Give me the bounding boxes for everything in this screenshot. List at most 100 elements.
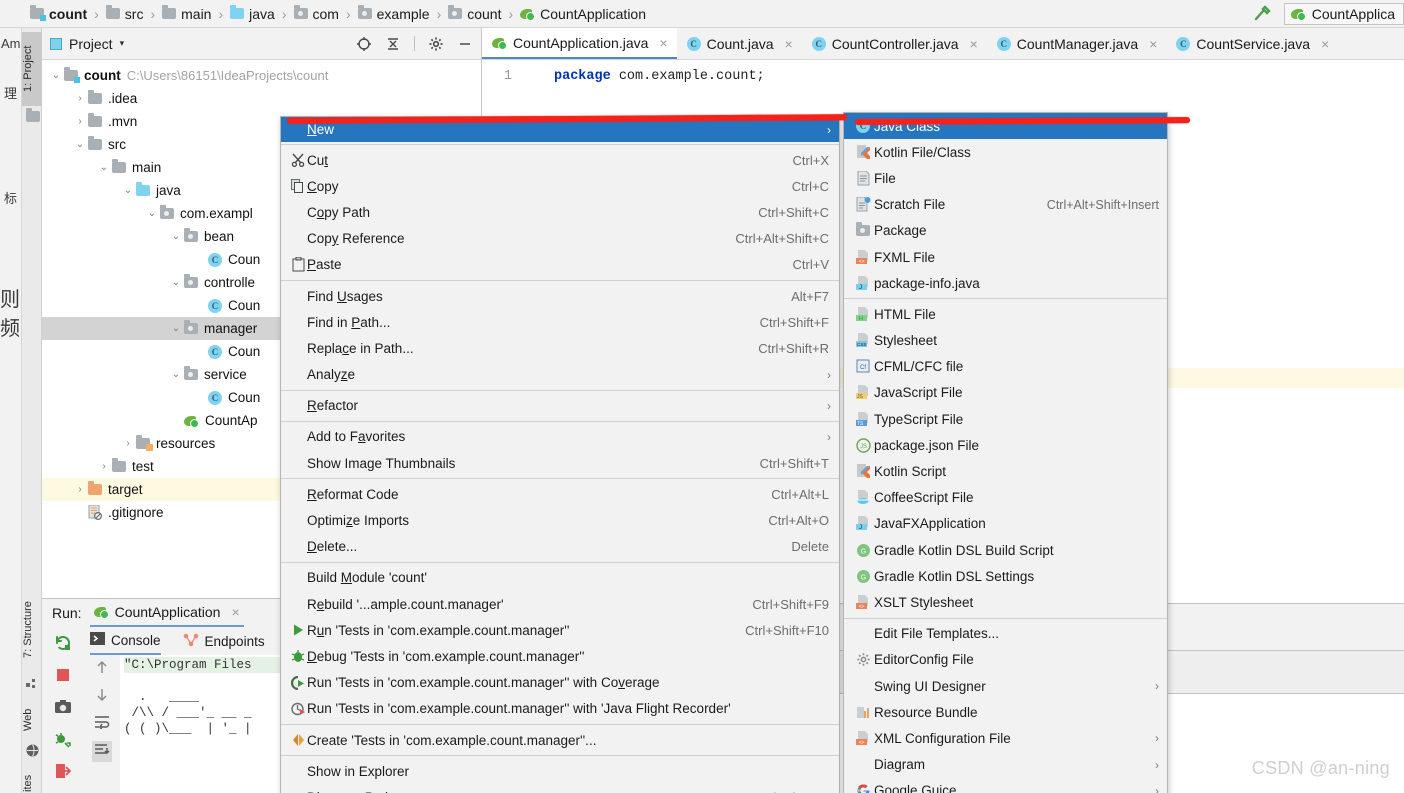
close-icon[interactable]: ×: [1149, 36, 1157, 52]
menu-item-run-tests-in-com-example-count-manager-w[interactable]: Run 'Tests in 'com.example.count.manager…: [281, 696, 839, 722]
stop-icon[interactable]: [51, 663, 75, 687]
chevron-right-icon[interactable]: ›: [72, 116, 88, 127]
menu-item-directory-path[interactable]: Directory PathCtrl+Alt+F12: [281, 784, 839, 793]
submenu-item-gradle-kotlin-dsl-build-script[interactable]: G Gradle Kotlin DSL Build Script: [844, 537, 1167, 563]
submenu-item-package-info-java[interactable]: Jpackage-info.java: [844, 270, 1167, 296]
submenu-item-package[interactable]: Package: [844, 218, 1167, 244]
submenu-item-file[interactable]: File: [844, 165, 1167, 191]
submenu-item-editorconfig-file[interactable]: EditorConfig File: [844, 647, 1167, 673]
submenu-item-typescript-file[interactable]: TS TypeScript File: [844, 406, 1167, 432]
chevron-down-icon[interactable]: ⌄: [144, 208, 160, 219]
close-icon[interactable]: ×: [785, 36, 793, 52]
chevron-down-icon[interactable]: ⌄: [48, 70, 64, 81]
tree-node[interactable]: › .idea: [42, 87, 481, 110]
editor-tab-countmanager[interactable]: C CountManager.java ×: [987, 28, 1167, 59]
submenu-item-javafxapplication[interactable]: J JavaFXApplication: [844, 511, 1167, 537]
menu-item-add-to-favorites[interactable]: Add to Favorites ›: [281, 424, 839, 450]
submenu-item-gradle-kotlin-dsl-settings[interactable]: G Gradle Kotlin DSL Settings: [844, 563, 1167, 589]
project-panel-title[interactable]: Project ▾: [50, 36, 124, 52]
menu-item-build-module-count[interactable]: Build Module 'count': [281, 565, 839, 591]
chevron-right-icon[interactable]: ›: [72, 93, 88, 104]
menu-item-replace-in-path[interactable]: Replace in Path... Ctrl+Shift+R: [281, 335, 839, 361]
chevron-down-icon[interactable]: ⌄: [168, 369, 184, 380]
submenu-item-xml-configuration-file[interactable]: <> XML Configuration File ›: [844, 725, 1167, 751]
menu-item-debug-tests-in-com-example-count-manager[interactable]: Debug 'Tests in 'com.example.count.manag…: [281, 643, 839, 669]
tab-console[interactable]: Console: [90, 628, 161, 655]
submenu-item-fxml-file[interactable]: <> FXML File: [844, 244, 1167, 270]
chevron-right-icon[interactable]: ›: [72, 484, 88, 495]
up-arrow-icon[interactable]: [95, 659, 109, 678]
thread-dump-icon[interactable]: [51, 727, 75, 751]
menu-item-optimize-imports[interactable]: Optimize Imports Ctrl+Alt+O: [281, 507, 839, 533]
chevron-right-icon[interactable]: ›: [120, 438, 136, 449]
close-icon[interactable]: ×: [659, 35, 667, 51]
submenu-item-xslt-stylesheet[interactable]: <> XSLT Stylesheet: [844, 589, 1167, 615]
run-configuration-selector[interactable]: CountApplica: [1283, 2, 1404, 25]
menu-item-rebuild-ample-count-manager[interactable]: Rebuild '...ample.count.manager' Ctrl+Shi…: [281, 591, 839, 617]
close-icon[interactable]: ×: [1321, 36, 1329, 52]
breadcrumb-item-count[interactable]: count: [30, 5, 87, 22]
submenu-item-kotlin-file-class[interactable]: Kotlin File/Class: [844, 139, 1167, 165]
build-hammer-icon[interactable]: [1252, 4, 1272, 24]
submenu-item-diagram[interactable]: Diagram ›: [844, 752, 1167, 778]
locate-icon[interactable]: [356, 36, 372, 52]
context-menu[interactable]: New › Cut Ctrl+X Copy Ctrl+C Copy Path Ctrl+Shi…: [280, 116, 840, 793]
menu-item-run-tests-in-com-example-count-manager[interactable]: Run 'Tests in 'com.example.count.manager…: [281, 617, 839, 643]
menu-item-create-tests-in-com-example-count-manage[interactable]: Create 'Tests in 'com.example.count.mana…: [281, 727, 839, 753]
menu-item-delete[interactable]: Delete... Delete: [281, 534, 839, 560]
menu-item-copy-reference[interactable]: Copy Reference Ctrl+Alt+Shift+C: [281, 226, 839, 252]
submenu-item-swing-ui-designer[interactable]: Swing UI Designer ›: [844, 673, 1167, 699]
chevron-down-icon[interactable]: ⌄: [72, 139, 88, 150]
settings-gear-icon[interactable]: [428, 36, 444, 52]
soft-wrap-icon[interactable]: [94, 715, 110, 732]
scroll-to-end-icon[interactable]: [92, 741, 112, 762]
menu-item-copy[interactable]: Copy Ctrl+C: [281, 173, 839, 199]
menu-item-copy-path[interactable]: Copy Path Ctrl+Shift+C: [281, 199, 839, 225]
breadcrumb-item-example[interactable]: example: [357, 5, 430, 22]
submenu-item-kotlin-script[interactable]: Kotlin Script: [844, 458, 1167, 484]
chevron-down-icon[interactable]: ⌄: [96, 162, 112, 173]
editor-tab-countservice[interactable]: C CountService.java ×: [1166, 28, 1338, 59]
breadcrumb-item-com[interactable]: com: [293, 5, 339, 22]
sidebar-tab-project[interactable]: 1: Project: [22, 32, 42, 106]
run-config-tab[interactable]: CountApplication ×: [89, 600, 244, 627]
sidebar-tab-structure[interactable]: 7: Structure: [22, 588, 42, 672]
breadcrumb-item-java[interactable]: java: [230, 5, 275, 22]
submenu-item-scratch-file[interactable]: Scratch File Ctrl+Alt+Shift+Insert: [844, 192, 1167, 218]
submenu-item-resource-bundle[interactable]: Resource Bundle: [844, 699, 1167, 725]
menu-item-refactor[interactable]: Refactor ›: [281, 393, 839, 419]
chevron-down-icon[interactable]: ⌄: [168, 277, 184, 288]
sidebar-tab-favorites[interactable]: ites: [22, 768, 42, 793]
chevron-down-icon[interactable]: ⌄: [120, 185, 136, 196]
breadcrumb-item-main[interactable]: main: [162, 5, 211, 22]
breadcrumb-item-src[interactable]: src: [105, 5, 143, 22]
menu-item-find-in-path[interactable]: Find in Path... Ctrl+Shift+F: [281, 309, 839, 335]
menu-item-cut[interactable]: Cut Ctrl+X: [281, 147, 839, 173]
menu-item-paste[interactable]: Paste Ctrl+V: [281, 252, 839, 278]
submenu-item-google-guice[interactable]: Google Guice ›: [844, 778, 1167, 793]
exit-icon[interactable]: [51, 759, 75, 783]
new-submenu[interactable]: C Java Class Kotlin File/Class File Scratch …: [843, 112, 1168, 793]
submenu-item-javascript-file[interactable]: JS JavaScript File: [844, 380, 1167, 406]
submenu-item-edit-file-templates[interactable]: Edit File Templates...: [844, 621, 1167, 647]
sidebar-tab-web[interactable]: Web: [22, 700, 42, 740]
menu-item-reformat-code[interactable]: Reformat Code Ctrl+Alt+L: [281, 481, 839, 507]
editor-tab-count[interactable]: C Count.java ×: [677, 28, 802, 59]
breadcrumb-item-count[interactable]: count: [448, 5, 501, 22]
editor-tab-countapplication[interactable]: CountApplication.java ×: [482, 28, 677, 59]
submenu-item-package-json-file[interactable]: JS package.json File: [844, 432, 1167, 458]
tree-node[interactable]: ⌄ count C:\Users\86151\IdeaProjects\count: [42, 64, 481, 87]
camera-icon[interactable]: [51, 695, 75, 719]
menu-item-analyze[interactable]: Analyze ›: [281, 362, 839, 388]
hide-panel-icon[interactable]: [457, 36, 473, 52]
close-icon[interactable]: ×: [970, 36, 978, 52]
chevron-down-icon[interactable]: ▾: [120, 38, 125, 49]
menu-item-show-in-explorer[interactable]: Show in Explorer: [281, 758, 839, 784]
submenu-item-stylesheet[interactable]: CSS Stylesheet: [844, 328, 1167, 354]
collapse-all-icon[interactable]: [385, 36, 401, 52]
chevron-down-icon[interactable]: ⌄: [168, 323, 184, 334]
rerun-icon[interactable]: [51, 631, 75, 655]
submenu-item-coffeescript-file[interactable]: CoffeeScript File: [844, 485, 1167, 511]
submenu-item-cfml-cfc-file[interactable]: Cf CFML/CFC file: [844, 354, 1167, 380]
tab-endpoints[interactable]: Endpoints: [183, 628, 265, 655]
